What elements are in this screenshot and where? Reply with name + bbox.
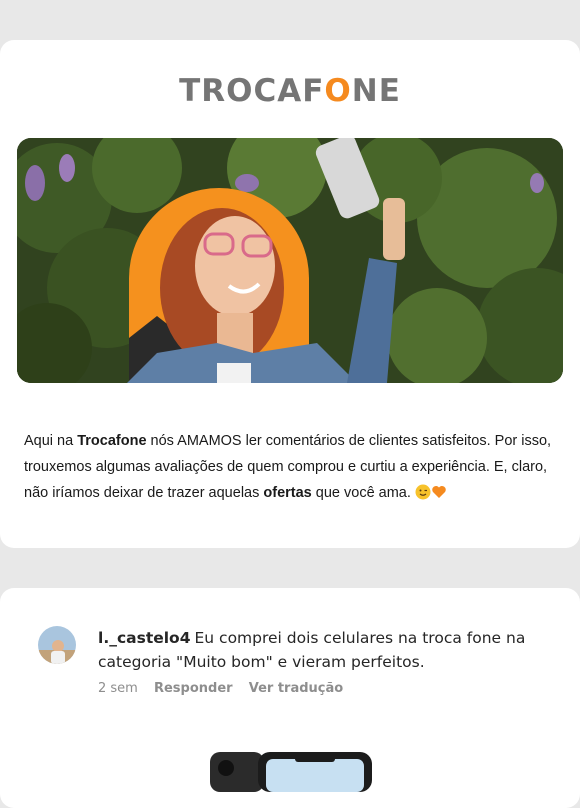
- reply-button[interactable]: Responder: [154, 681, 233, 696]
- phone-image: [210, 752, 372, 792]
- comment-meta: 2 sem Responder Ver tradução: [98, 681, 355, 696]
- comment-text: l._castelo4 Eu comprei dois celulares na …: [98, 626, 538, 674]
- smartphone-icon: [210, 752, 372, 792]
- logo-text-left: TROCAF: [179, 73, 325, 109]
- hero-image[interactable]: [17, 138, 563, 383]
- hero-photo-woman-selfie: [17, 138, 563, 383]
- comment-username[interactable]: l._castelo4: [98, 629, 191, 647]
- comment-time: 2 sem: [98, 681, 138, 696]
- wink-emoji-icon: [415, 483, 431, 509]
- avatar[interactable]: [38, 626, 76, 664]
- intro-paragraph: Aqui na Trocafone nós AMAMOS ler comentá…: [24, 428, 558, 509]
- translate-button[interactable]: Ver tradução: [249, 681, 343, 696]
- offers-bold: ofertas: [263, 485, 312, 501]
- brand-name-bold: Trocafone: [77, 433, 147, 449]
- logo-o-icon: O: [324, 73, 352, 109]
- logo-text-right: NE: [351, 73, 401, 109]
- trocafone-logo[interactable]: TROCAFONE: [0, 74, 580, 108]
- orange-heart-icon: [431, 483, 447, 509]
